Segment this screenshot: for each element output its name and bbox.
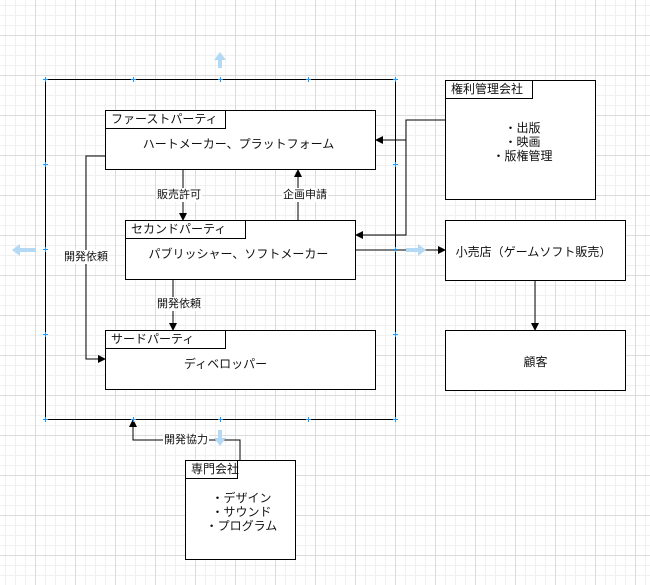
rights-to-first-party-arrow[interactable] — [375, 119, 445, 144]
rights-to-second-party-arrow[interactable] — [355, 119, 445, 239]
planning-application-label: 企画申請 — [282, 188, 328, 202]
resize-handle[interactable] — [218, 77, 223, 82]
sales-permission-label: 販売許可 — [156, 188, 202, 202]
resize-handle[interactable] — [393, 417, 398, 422]
resize-handle[interactable] — [131, 417, 136, 422]
resize-handle[interactable] — [393, 247, 398, 252]
resize-handle[interactable] — [43, 247, 48, 252]
resize-handle[interactable] — [43, 77, 48, 82]
resize-handle[interactable] — [306, 417, 311, 422]
dev-request-mid-label: 開発依頼 — [156, 297, 202, 311]
diagram-canvas: ファーストパーティ ハートメーカー、プラットフォーム セカンドパーティ パブリッ… — [0, 0, 650, 585]
resize-handle[interactable] — [43, 417, 48, 422]
connectors-layer — [12, 52, 539, 460]
resize-handle[interactable] — [393, 77, 398, 82]
selection-hint-arrows — [12, 52, 426, 446]
dev-request-left-label: 開発依頼 — [63, 250, 109, 264]
resize-handle[interactable] — [306, 77, 311, 82]
dev-cooperation-label: 開発協力 — [163, 433, 209, 447]
resize-handle[interactable] — [393, 332, 398, 337]
resize-handle[interactable] — [218, 417, 223, 422]
resize-handle[interactable] — [43, 162, 48, 167]
resize-handle[interactable] — [131, 77, 136, 82]
resize-handle[interactable] — [393, 162, 398, 167]
resize-handle[interactable] — [43, 332, 48, 337]
